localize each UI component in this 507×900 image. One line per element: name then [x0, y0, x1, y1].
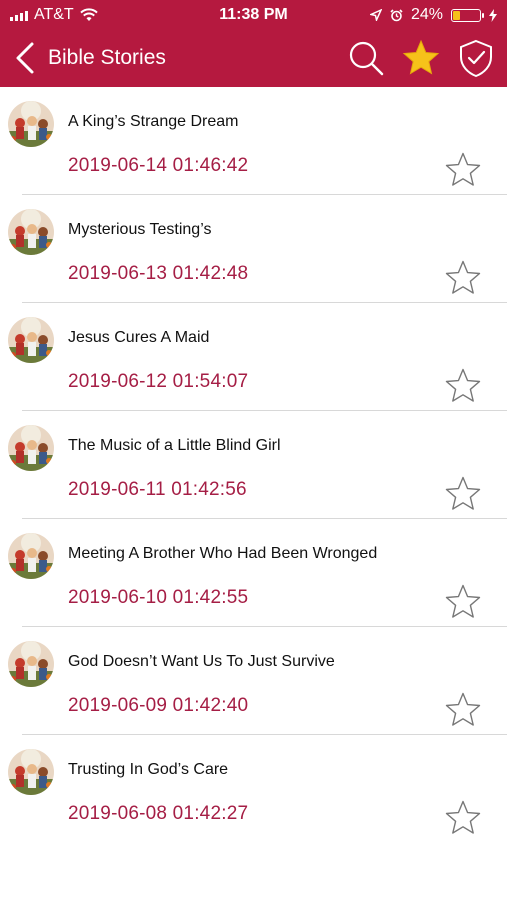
story-date: 2019-06-10 01:42:55	[68, 587, 249, 608]
story-thumbnail	[8, 425, 54, 471]
star-outline-icon[interactable]	[444, 691, 482, 729]
story-row[interactable]: God Doesn’t Want Us To Just Survive 2019…	[0, 627, 507, 735]
star-outline-icon[interactable]	[444, 583, 482, 621]
search-icon[interactable]	[346, 38, 386, 78]
story-date: 2019-06-08 01:42:27	[68, 803, 249, 824]
bible-story-illustration-icon	[8, 425, 54, 471]
status-bar: AT&T 11:38 PM 24%	[0, 0, 507, 30]
story-title: Mysterious Testing’s	[68, 221, 212, 238]
story-thumbnail	[8, 749, 54, 795]
story-date: 2019-06-14 01:46:42	[68, 155, 249, 176]
story-row[interactable]: A King’s Strange Dream 2019-06-14 01:46:…	[0, 87, 507, 195]
nav-bar: Bible Stories	[0, 30, 507, 87]
story-thumbnail	[8, 641, 54, 687]
story-title: Meeting A Brother Who Had Been Wronged	[68, 545, 378, 562]
story-date: 2019-06-11 01:42:56	[68, 479, 247, 500]
story-date: 2019-06-09 01:42:40	[68, 695, 249, 716]
star-outline-icon[interactable]	[444, 367, 482, 405]
story-thumbnail	[8, 209, 54, 255]
charging-icon	[489, 8, 497, 22]
story-row[interactable]: Meeting A Brother Who Had Been Wronged 2…	[0, 519, 507, 627]
bible-story-illustration-icon	[8, 749, 54, 795]
alarm-icon	[390, 8, 403, 21]
shield-check-icon[interactable]	[456, 38, 496, 78]
star-outline-icon[interactable]	[444, 475, 482, 513]
star-outline-icon[interactable]	[444, 259, 482, 297]
story-date: 2019-06-13 01:42:48	[68, 263, 249, 284]
story-row[interactable]: Trusting In God’s Care 2019-06-08 01:42:…	[0, 735, 507, 843]
star-outline-icon[interactable]	[444, 151, 482, 189]
status-right-group: 24%	[369, 6, 497, 24]
battery-icon	[451, 8, 484, 22]
back-icon[interactable]	[10, 40, 42, 76]
bible-story-illustration-icon	[8, 533, 54, 579]
story-row[interactable]: Mysterious Testing’s 2019-06-13 01:42:48	[0, 195, 507, 303]
story-title: God Doesn’t Want Us To Just Survive	[68, 653, 335, 670]
story-thumbnail	[8, 101, 54, 147]
story-thumbnail	[8, 533, 54, 579]
story-list: A King’s Strange Dream 2019-06-14 01:46:…	[0, 87, 507, 843]
favorites-star-icon[interactable]	[401, 38, 441, 78]
bible-story-illustration-icon	[8, 317, 54, 363]
story-thumbnail	[8, 317, 54, 363]
story-row[interactable]: Jesus Cures A Maid 2019-06-12 01:54:07	[0, 303, 507, 411]
battery-percent: 24%	[410, 6, 443, 23]
story-title: The Music of a Little Blind Girl	[68, 437, 281, 454]
story-title: A King’s Strange Dream	[68, 113, 239, 130]
bible-story-illustration-icon	[8, 209, 54, 255]
page-title: Bible Stories	[48, 46, 166, 69]
bible-story-illustration-icon	[8, 101, 54, 147]
story-row[interactable]: The Music of a Little Blind Girl 2019-06…	[0, 411, 507, 519]
story-title: Jesus Cures A Maid	[68, 329, 210, 346]
location-icon	[369, 9, 382, 21]
story-title: Trusting In God’s Care	[68, 761, 229, 778]
bible-story-illustration-icon	[8, 641, 54, 687]
star-outline-icon[interactable]	[444, 799, 482, 837]
story-date: 2019-06-12 01:54:07	[68, 371, 249, 392]
